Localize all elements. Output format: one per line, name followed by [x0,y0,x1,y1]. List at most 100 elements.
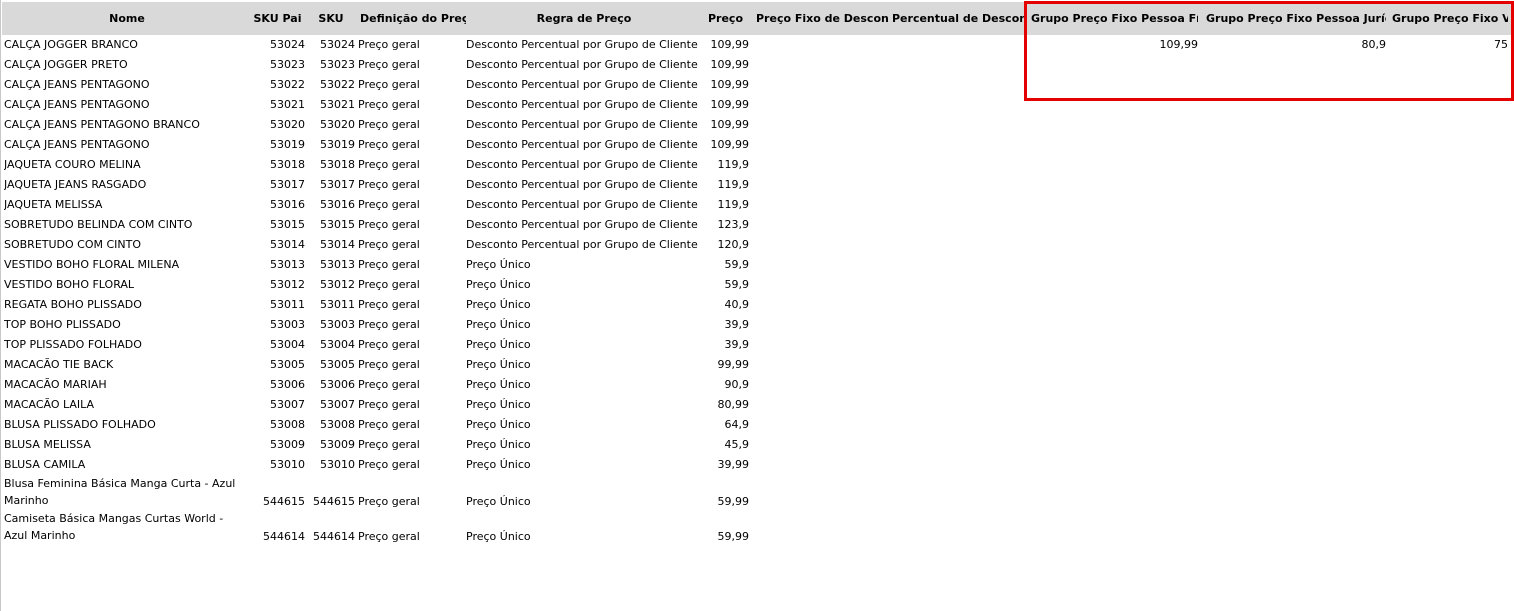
cell-grupo-pessoa-juridica[interactable] [1200,475,1386,510]
cell-grupo-pessoa-juridica[interactable] [1200,55,1386,75]
cell-nome[interactable]: REGATA BOHO PLISSADO [4,295,250,315]
cell-grupo-vip[interactable] [1388,135,1508,155]
cell-grupo-pessoa-fisica[interactable] [1028,255,1198,275]
cell-grupo-pessoa-juridica[interactable] [1200,195,1386,215]
cell-percentual-desconto[interactable] [888,415,1026,435]
cell-grupo-vip[interactable] [1388,295,1508,315]
cell-grupo-vip[interactable]: 75 [1388,35,1508,55]
cell-percentual-desconto[interactable] [888,275,1026,295]
cell-sku[interactable]: 53020 [307,115,355,135]
cell-sku-pai[interactable]: 53013 [250,255,305,275]
header-percentual-desconto[interactable]: Percentual de Desconto [888,2,1026,35]
cell-regra-preco[interactable]: Desconto Percentual por Grupo de Cliente [466,95,702,115]
cell-sku[interactable]: 544615 [307,475,355,510]
cell-regra-preco[interactable]: Preço Único [466,455,702,475]
cell-percentual-desconto[interactable] [888,455,1026,475]
cell-preco[interactable]: 39,9 [702,335,750,355]
cell-preco-fixo-desconto[interactable] [752,375,888,395]
cell-nome[interactable]: JAQUETA JEANS RASGADO [4,175,250,195]
cell-preco-fixo-desconto[interactable] [752,195,888,215]
cell-preco-fixo-desconto[interactable] [752,295,888,315]
cell-nome[interactable]: VESTIDO BOHO FLORAL MILENA [4,255,250,275]
cell-grupo-vip[interactable] [1388,215,1508,235]
cell-grupo-pessoa-fisica[interactable] [1028,115,1198,135]
cell-grupo-pessoa-juridica[interactable] [1200,75,1386,95]
cell-grupo-pessoa-fisica[interactable] [1028,510,1198,545]
cell-percentual-desconto[interactable] [888,175,1026,195]
cell-grupo-pessoa-juridica[interactable] [1200,355,1386,375]
cell-grupo-pessoa-fisica[interactable] [1028,95,1198,115]
cell-grupo-vip[interactable] [1388,510,1508,545]
cell-sku-pai[interactable]: 53020 [250,115,305,135]
cell-definicao-preco[interactable]: Preço geral [358,295,466,315]
cell-preco-fixo-desconto[interactable] [752,95,888,115]
cell-grupo-vip[interactable] [1388,95,1508,115]
cell-grupo-pessoa-fisica[interactable] [1028,455,1198,475]
cell-nome[interactable]: CALÇA JEANS PENTAGONO [4,95,250,115]
cell-grupo-vip[interactable] [1388,335,1508,355]
cell-grupo-vip[interactable] [1388,115,1508,135]
cell-sku-pai[interactable]: 53023 [250,55,305,75]
cell-grupo-pessoa-fisica[interactable] [1028,315,1198,335]
cell-percentual-desconto[interactable] [888,115,1026,135]
cell-preco[interactable]: 40,9 [702,295,750,315]
cell-preco-fixo-desconto[interactable] [752,435,888,455]
cell-sku[interactable]: 53008 [307,415,355,435]
header-grupo-pessoa-fisica[interactable]: Grupo Preço Fixo Pessoa Física [1028,2,1198,35]
cell-nome[interactable]: Camiseta Básica Mangas Curtas World - Az… [4,510,250,545]
cell-sku[interactable]: 544614 [307,510,355,545]
cell-preco-fixo-desconto[interactable] [752,215,888,235]
cell-preco[interactable]: 123,9 [702,215,750,235]
cell-grupo-pessoa-fisica[interactable] [1028,195,1198,215]
cell-preco-fixo-desconto[interactable] [752,275,888,295]
cell-nome[interactable]: BLUSA MELISSA [4,435,250,455]
cell-grupo-pessoa-fisica[interactable] [1028,135,1198,155]
cell-definicao-preco[interactable]: Preço geral [358,315,466,335]
cell-grupo-pessoa-fisica[interactable] [1028,55,1198,75]
cell-grupo-pessoa-juridica[interactable] [1200,335,1386,355]
cell-grupo-pessoa-juridica[interactable] [1200,435,1386,455]
cell-sku-pai[interactable]: 53007 [250,395,305,415]
cell-percentual-desconto[interactable] [888,255,1026,275]
cell-sku[interactable]: 53011 [307,295,355,315]
header-preco[interactable]: Preço [702,2,749,35]
cell-sku-pai[interactable]: 53022 [250,75,305,95]
cell-sku-pai[interactable]: 53010 [250,455,305,475]
cell-grupo-pessoa-juridica[interactable] [1200,510,1386,545]
cell-definicao-preco[interactable]: Preço geral [358,175,466,195]
cell-sku-pai[interactable]: 53011 [250,295,305,315]
cell-definicao-preco[interactable]: Preço geral [358,355,466,375]
cell-preco[interactable]: 109,99 [702,135,750,155]
cell-grupo-vip[interactable] [1388,355,1508,375]
header-sku[interactable]: SKU [307,2,355,35]
cell-sku-pai[interactable]: 53009 [250,435,305,455]
cell-preco[interactable]: 119,9 [702,195,750,215]
cell-grupo-pessoa-fisica[interactable] [1028,75,1198,95]
cell-preco-fixo-desconto[interactable] [752,175,888,195]
cell-regra-preco[interactable]: Preço Único [466,335,702,355]
cell-definicao-preco[interactable]: Preço geral [358,510,466,545]
cell-nome[interactable]: CALÇA JEANS PENTAGONO BRANCO [4,115,250,135]
cell-grupo-pessoa-juridica[interactable] [1200,455,1386,475]
cell-grupo-pessoa-fisica[interactable] [1028,435,1198,455]
cell-grupo-vip[interactable] [1388,435,1508,455]
cell-preco[interactable]: 59,9 [702,275,750,295]
cell-grupo-pessoa-fisica[interactable] [1028,355,1198,375]
header-sku-pai[interactable]: SKU Pai [250,2,305,35]
cell-nome[interactable]: MACACÃO MARIAH [4,375,250,395]
cell-sku[interactable]: 53006 [307,375,355,395]
cell-grupo-pessoa-juridica[interactable] [1200,295,1386,315]
cell-regra-preco[interactable]: Preço Único [466,395,702,415]
cell-preco[interactable]: 109,99 [702,35,750,55]
cell-definicao-preco[interactable]: Preço geral [358,395,466,415]
cell-preco-fixo-desconto[interactable] [752,155,888,175]
cell-preco[interactable]: 109,99 [702,95,750,115]
header-grupo-vip[interactable]: Grupo Preço Fixo VIP [1388,2,1508,35]
cell-grupo-pessoa-fisica[interactable] [1028,235,1198,255]
cell-percentual-desconto[interactable] [888,135,1026,155]
cell-grupo-pessoa-juridica[interactable] [1200,95,1386,115]
cell-percentual-desconto[interactable] [888,75,1026,95]
cell-definicao-preco[interactable]: Preço geral [358,475,466,510]
header-nome[interactable]: Nome [4,2,250,35]
cell-definicao-preco[interactable]: Preço geral [358,455,466,475]
